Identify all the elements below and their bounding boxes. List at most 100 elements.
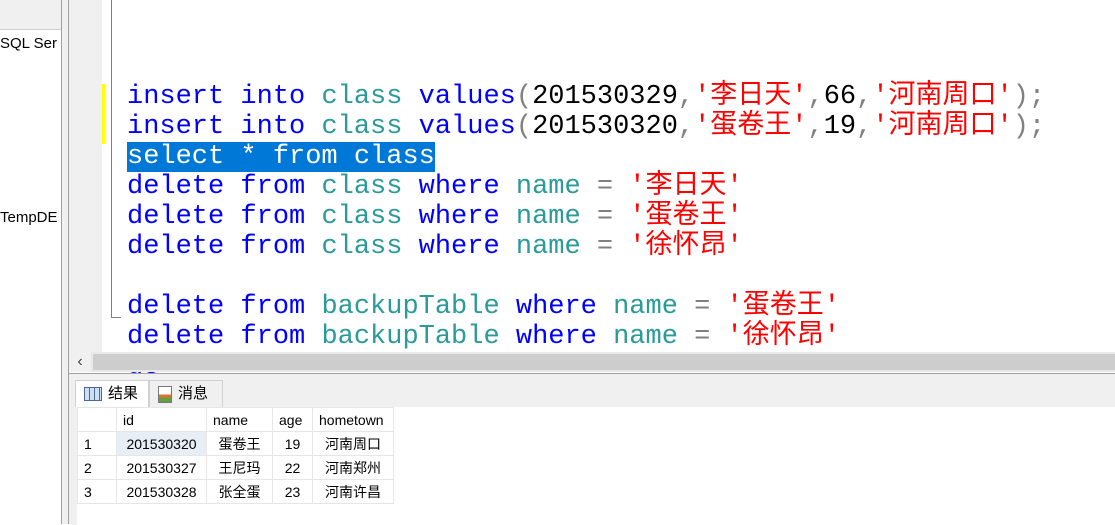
code-line[interactable]: delete from class where name = '蛋卷王': [127, 202, 1045, 232]
object-explorer: SQL Ser TempDE: [0, 0, 62, 524]
horizontal-scrollbar[interactable]: ‹: [69, 352, 1115, 372]
code-token: values: [418, 112, 516, 142]
splitter[interactable]: [62, 0, 69, 524]
column-header[interactable]: name: [206, 407, 273, 432]
code-line[interactable]: insert into class values(201530320,'蛋卷王'…: [127, 112, 1045, 142]
code-line[interactable]: insert into class values(201530329,'李日天'…: [127, 82, 1045, 112]
tab-messages[interactable]: 消息: [149, 380, 223, 407]
scrollbar-thumb[interactable]: [93, 354, 1115, 370]
code-token: from: [240, 172, 306, 202]
table-cell[interactable]: 201530328: [116, 479, 207, 504]
column-header[interactable]: [77, 407, 117, 432]
code-token: (: [515, 112, 533, 142]
code-token: =: [596, 172, 614, 202]
code-token: name: [515, 232, 581, 262]
code-line[interactable]: [127, 52, 1045, 82]
table-cell[interactable]: 王尼玛: [206, 455, 273, 480]
code-token: delete: [127, 232, 225, 262]
table-cell[interactable]: 张全蛋: [206, 479, 273, 504]
code-token: delete: [127, 172, 225, 202]
code-token: ,: [807, 112, 824, 142]
tree-node-server[interactable]: SQL Ser: [0, 35, 57, 52]
code-token: into: [240, 82, 306, 112]
code-token: );: [1012, 82, 1046, 112]
tab-results[interactable]: 结果: [75, 380, 149, 407]
messages-icon: [158, 385, 172, 403]
code-token: =: [694, 292, 711, 322]
table-cell[interactable]: 22: [272, 455, 313, 480]
query-editor[interactable]: insert into class values(201530329,'李日天'…: [127, 52, 1045, 382]
code-line[interactable]: delete from backupTable where name = '蛋卷…: [127, 292, 1045, 322]
table-cell[interactable]: 河南许昌: [312, 479, 394, 504]
code-token: name: [613, 292, 678, 322]
code-token: delete: [127, 322, 225, 352]
table-cell[interactable]: 蛋卷王: [206, 431, 273, 456]
code-token: insert: [127, 82, 225, 112]
code-token: 201530329: [532, 82, 678, 112]
outline-fold-end: [111, 317, 121, 318]
table-row[interactable]: 1 201530320 蛋卷王 19 河南周口: [77, 431, 394, 456]
tree-node-tempdb[interactable]: TempDE: [0, 209, 58, 226]
table-cell[interactable]: 201530327: [116, 455, 207, 480]
code-token: class: [321, 202, 403, 232]
code-token: name: [515, 172, 581, 202]
table-cell[interactable]: 19: [272, 431, 313, 456]
code-token: =: [596, 202, 614, 232]
object-explorer-header: [0, 0, 61, 30]
table-row[interactable]: 2 201530327 王尼玛 22 河南郑州: [77, 455, 394, 480]
table-cell[interactable]: 201530320: [116, 431, 207, 456]
code-token: backupTable: [321, 292, 500, 322]
scroll-left-icon[interactable]: ‹: [69, 352, 91, 372]
table-cell[interactable]: 河南周口: [312, 431, 394, 456]
table-cell[interactable]: 23: [272, 479, 313, 504]
row-number[interactable]: 2: [77, 455, 117, 480]
code-token: where: [515, 292, 597, 322]
code-token: from: [240, 292, 306, 322]
code-token: ,: [856, 82, 873, 112]
column-header[interactable]: hometown: [312, 407, 394, 432]
code-token: '蛋卷王': [726, 292, 840, 322]
code-line[interactable]: delete from backupTable where name = '徐怀…: [127, 322, 1045, 352]
code-token: class: [321, 232, 403, 262]
code-line[interactable]: delete from class where name = '徐怀昂': [127, 232, 1045, 262]
code-token: where: [418, 202, 500, 232]
code-token: class: [321, 82, 403, 112]
code-line[interactable]: [127, 262, 1045, 292]
code-token: delete: [127, 202, 225, 232]
code-token: from: [240, 232, 306, 262]
code-token: 19: [823, 112, 857, 142]
row-number[interactable]: 1: [77, 431, 117, 456]
table-cell[interactable]: 河南郑州: [312, 455, 394, 480]
code-token: select * from class: [127, 142, 435, 172]
code-line[interactable]: delete from class where name = '李日天': [127, 172, 1045, 202]
tab-label: 消息: [178, 385, 209, 402]
code-token: class: [321, 172, 403, 202]
code-token: insert: [127, 112, 225, 142]
code-token: ,: [856, 112, 873, 142]
row-number[interactable]: 3: [77, 479, 117, 504]
table-row[interactable]: 3 201530328 张全蛋 23 河南许昌: [77, 479, 394, 504]
code-token: where: [515, 322, 597, 352]
column-header[interactable]: id: [116, 407, 207, 432]
column-header[interactable]: age: [272, 407, 313, 432]
code-line[interactable]: select * from class: [127, 142, 1045, 172]
code-token: backupTable: [321, 322, 500, 352]
